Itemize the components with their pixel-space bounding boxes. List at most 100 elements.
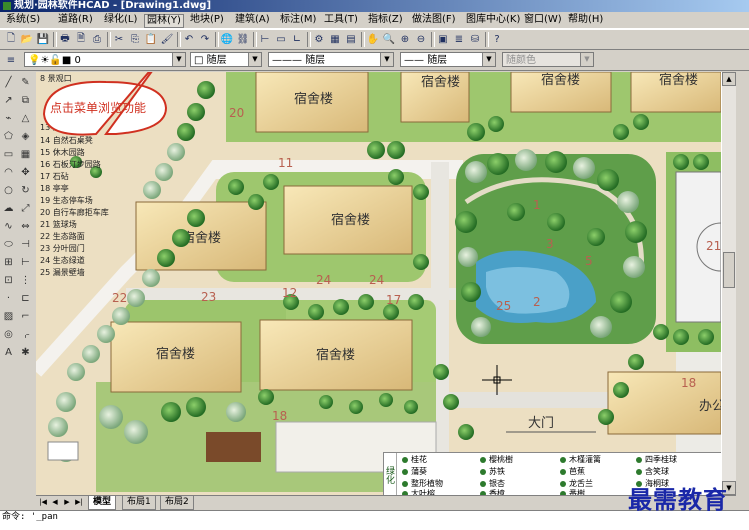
- new-file-icon[interactable]: 🗋: [4, 32, 18, 46]
- erase-icon[interactable]: ✎: [19, 76, 32, 89]
- make-block-icon[interactable]: ⊡: [2, 274, 15, 287]
- scroll-thumb[interactable]: [723, 252, 735, 288]
- lineweight-select[interactable]: —— 随层 ▼: [400, 52, 496, 67]
- menu-index[interactable]: 指标(Z): [366, 14, 405, 26]
- plant-symbol-icon: [480, 480, 486, 487]
- publish-icon[interactable]: ⎙: [90, 32, 104, 46]
- array-icon[interactable]: ▦: [19, 148, 32, 161]
- explode-icon[interactable]: ✱: [19, 346, 32, 359]
- undo-icon[interactable]: ↶: [182, 32, 196, 46]
- menu-tools[interactable]: 工具(T): [322, 14, 360, 26]
- revcloud-icon[interactable]: ☁: [2, 202, 15, 215]
- arc-icon[interactable]: ◠: [2, 166, 15, 179]
- break-icon[interactable]: ⋮: [19, 274, 32, 287]
- zone-number: 20: [229, 106, 244, 120]
- site-item: 24 生态绿道: [40, 255, 85, 265]
- copy-object-icon[interactable]: ⧉: [19, 94, 32, 107]
- zoom-previous-icon[interactable]: ⊖: [414, 32, 428, 46]
- first-tab-icon[interactable]: |◀: [38, 497, 48, 508]
- chevron-down-icon: ▼: [482, 53, 495, 66]
- spline-icon[interactable]: ∿: [2, 220, 15, 233]
- extend-icon[interactable]: ⊢: [19, 256, 32, 269]
- ortho-icon[interactable]: ∟: [290, 32, 304, 46]
- globe-icon[interactable]: 🌐: [220, 32, 234, 46]
- polygon-icon[interactable]: ⬠: [2, 130, 15, 143]
- redo-icon[interactable]: ↷: [198, 32, 212, 46]
- color-select[interactable]: □ 随层 ▼: [190, 52, 262, 67]
- menu-road[interactable]: 道路(R): [56, 14, 95, 26]
- menu-system[interactable]: 系统(S): [4, 14, 42, 26]
- chevron-down-icon: ▼: [172, 53, 185, 66]
- calculator-icon[interactable]: ▣: [436, 32, 450, 46]
- layer-select[interactable]: 💡☀🔓■ 0 ▼: [24, 52, 186, 67]
- menu-building[interactable]: 建筑(A): [233, 14, 272, 26]
- stretch-icon[interactable]: ⇔: [19, 220, 32, 233]
- next-tab-icon[interactable]: ▶: [62, 497, 72, 508]
- region-icon[interactable]: ◎: [2, 328, 15, 341]
- tab-model[interactable]: 模型: [88, 496, 117, 510]
- site-item: 20 自行车廊拒车库: [40, 207, 109, 217]
- help-icon[interactable]: ?: [490, 32, 504, 46]
- print-preview-icon[interactable]: 🗎: [74, 32, 88, 46]
- grid-icon[interactable]: ▭: [274, 32, 288, 46]
- cut-icon[interactable]: ✂: [112, 32, 126, 46]
- tool-palette-icon[interactable]: ▤: [344, 32, 358, 46]
- zoom-realtime-icon[interactable]: 🔍: [382, 32, 396, 46]
- tab-layout2[interactable]: 布局2: [160, 496, 194, 510]
- rectangle-icon[interactable]: ▭: [2, 148, 15, 161]
- multiline-text-icon[interactable]: A: [2, 346, 15, 359]
- menu-plot[interactable]: 地块(P): [188, 14, 226, 26]
- menu-window[interactable]: 窗口(W): [522, 14, 564, 26]
- hyperlink-icon[interactable]: ⛓: [236, 32, 250, 46]
- site-item: 16 石板汀步园路: [40, 159, 101, 169]
- menu-help[interactable]: 帮助(H): [566, 14, 605, 26]
- chamfer-icon[interactable]: ⌐: [19, 310, 32, 323]
- hatch-icon[interactable]: ▨: [2, 310, 15, 323]
- trim-icon[interactable]: ⊣: [19, 238, 32, 251]
- zone-number: 23: [201, 290, 216, 304]
- menu-library-center[interactable]: 图库中心(K): [464, 14, 522, 26]
- mirror-icon[interactable]: △: [19, 112, 32, 125]
- menu-method-drawing[interactable]: 做法图(F): [410, 14, 458, 26]
- offset-icon[interactable]: ◈: [19, 130, 32, 143]
- linetype-select[interactable]: ——— 随层 ▼: [268, 52, 394, 67]
- menu-annotation[interactable]: 标注(M): [278, 14, 318, 26]
- prev-tab-icon[interactable]: ◀: [50, 497, 60, 508]
- building-label: 宿舍楼: [294, 91, 333, 107]
- scroll-up-icon[interactable]: ▲: [722, 72, 736, 86]
- layer-manager-icon[interactable]: ≣: [452, 32, 466, 46]
- fillet-icon[interactable]: ⌌: [19, 328, 32, 341]
- ellipse-icon[interactable]: ⬭: [2, 238, 15, 251]
- design-center-icon[interactable]: ▦: [328, 32, 342, 46]
- paste-icon[interactable]: 📋: [144, 32, 158, 46]
- pan-icon[interactable]: ✋: [366, 32, 380, 46]
- last-tab-icon[interactable]: ▶|: [74, 497, 84, 508]
- construction-line-icon[interactable]: ↗: [2, 94, 15, 107]
- open-folder-icon[interactable]: 📂: [20, 32, 34, 46]
- layer-properties-icon[interactable]: ≡: [4, 53, 18, 67]
- snap-icon[interactable]: ⊢: [258, 32, 272, 46]
- tab-layout1[interactable]: 布局1: [122, 496, 156, 510]
- join-icon[interactable]: ⊏: [19, 292, 32, 305]
- scale-icon[interactable]: ⤢: [19, 202, 32, 215]
- zoom-window-icon[interactable]: ⊕: [398, 32, 412, 46]
- print-icon[interactable]: 🖶: [58, 32, 72, 46]
- rotate-icon[interactable]: ↻: [19, 184, 32, 197]
- match-properties-icon[interactable]: 🖌: [160, 32, 174, 46]
- insert-block-icon[interactable]: ⊞: [2, 256, 15, 269]
- legend-item: 蒲葵: [402, 467, 427, 477]
- drawing-canvas[interactable]: 宿舍楼 宿舍楼 宿舍楼 宿舍楼 宿舍楼 宿舍楼 宿舍楼 宿舍楼 办公 大门 20…: [36, 72, 721, 495]
- color-swatch: □: [194, 55, 207, 66]
- save-icon[interactable]: 💾: [36, 32, 50, 46]
- line-icon[interactable]: ╱: [2, 76, 15, 89]
- vertical-scrollbar[interactable]: ▲ ▼: [721, 72, 736, 495]
- menu-garden[interactable]: 园林(Y): [144, 14, 184, 28]
- move-icon[interactable]: ✥: [19, 166, 32, 179]
- database-icon[interactable]: ⛁: [468, 32, 482, 46]
- circle-icon[interactable]: ○: [2, 184, 15, 197]
- properties-icon[interactable]: ⚙: [312, 32, 326, 46]
- polyline-icon[interactable]: ⌁: [2, 112, 15, 125]
- point-icon[interactable]: ·: [2, 292, 15, 305]
- menu-greening[interactable]: 绿化(L): [102, 14, 139, 26]
- copy-icon[interactable]: ⎘: [128, 32, 142, 46]
